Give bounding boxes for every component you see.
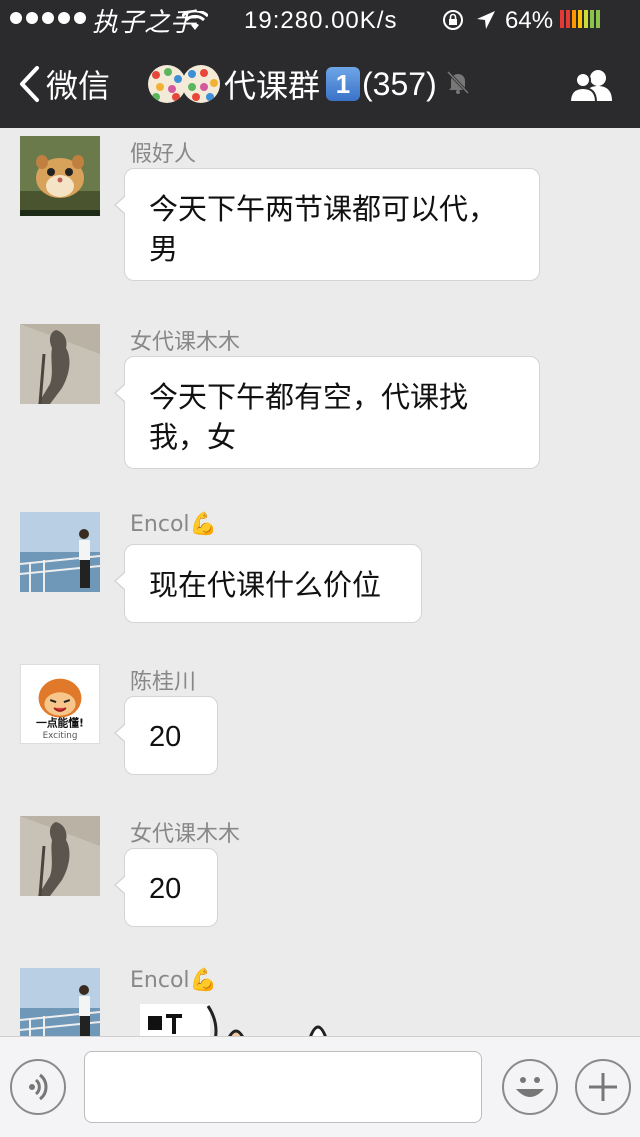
message-bubble[interactable]: 今天下午都有空，代课找我，女: [114, 356, 540, 469]
input-bar: [0, 1036, 640, 1137]
more-button[interactable]: [575, 1059, 631, 1115]
chat-area[interactable]: 假好人 今天下午两节课都可以代，男 女代课木木 今天下午都有空，代课找我，女 E…: [0, 128, 640, 1036]
voice-button[interactable]: [10, 1059, 66, 1115]
battery-bar: [578, 10, 582, 28]
signal-dots-icon: [10, 12, 86, 24]
group-members-button[interactable]: [568, 68, 616, 106]
group-avatar-icon: [148, 65, 186, 103]
wifi-icon: [180, 9, 210, 38]
sender-name: 女代课木木: [130, 330, 241, 355]
cartoon-sticker-icon: [140, 1004, 327, 1036]
message-bubble[interactable]: 现在代课什么价位: [114, 544, 422, 623]
location-arrow-icon: [476, 9, 496, 37]
group-badge: 1: [326, 67, 361, 101]
sender-name: Encol💪: [130, 512, 217, 537]
battery-icon: [560, 10, 600, 28]
status-bar: 执子之手 19:280.00K/s 64%: [0, 0, 640, 40]
smiley-icon: [516, 1077, 544, 1097]
avatar[interactable]: [20, 816, 100, 896]
avatar[interactable]: [20, 512, 100, 592]
message-bubble[interactable]: 20: [114, 848, 218, 927]
group-title: 代课群: [224, 67, 321, 105]
sender-name-text: Encol: [130, 968, 190, 993]
hamster-avatar-icon: [20, 136, 100, 216]
emoji-button[interactable]: [502, 1059, 558, 1115]
message-input[interactable]: [84, 1051, 482, 1123]
sender-name-text: Encol: [130, 512, 190, 537]
battery-bar: [566, 10, 570, 28]
clock-text: 19:28: [244, 7, 310, 34]
nav-bar: 微信 代课群 1 (357): [0, 40, 640, 128]
flexed-biceps-icon: 💪: [189, 968, 217, 993]
sender-name: 女代课木木: [130, 822, 241, 847]
bell-muted-icon: [445, 69, 471, 99]
avatar[interactable]: [20, 968, 100, 1036]
back-label: 微信: [46, 67, 111, 105]
avatar[interactable]: 一点能懂! Exciting: [20, 664, 100, 744]
sea-avatar-icon: [20, 512, 100, 592]
battery-percent: 64%: [505, 7, 554, 34]
avatar[interactable]: [20, 136, 100, 216]
group-avatar-icon: [182, 65, 220, 103]
shadow-avatar-icon: [20, 816, 100, 896]
battery-bar: [572, 10, 576, 28]
group-title-area[interactable]: 代课群 1 (357): [148, 58, 471, 110]
battery-bar: [596, 10, 600, 28]
status-time: 19:280.00K/s: [244, 7, 397, 35]
avatar[interactable]: [20, 324, 100, 404]
battery-bar: [560, 10, 564, 28]
rotation-lock-icon: [442, 9, 464, 38]
voice-icon: [29, 1073, 48, 1101]
net-speed-text: 0.00K/s: [309, 7, 398, 34]
cartoon-caption-en: Exciting: [43, 731, 78, 741]
plus-icon: [589, 1073, 617, 1101]
flexed-biceps-icon: 💪: [189, 512, 217, 537]
group-members-icon: [568, 70, 612, 103]
member-count: (357): [362, 65, 437, 102]
sender-name: 假好人: [130, 142, 197, 167]
sea-avatar-icon: [20, 968, 100, 1036]
back-button[interactable]: 微信: [18, 62, 110, 106]
message-bubble[interactable]: 今天下午两节课都可以代，男: [114, 168, 540, 281]
battery-bar: [584, 10, 588, 28]
chevron-left-icon: [20, 66, 39, 102]
message-bubble[interactable]: 20: [114, 696, 218, 775]
sticker-image[interactable]: [140, 1004, 340, 1036]
battery-bar: [590, 10, 594, 28]
carrier-name: 执子之手: [92, 8, 197, 38]
cartoon-avatar-icon: 一点能懂! Exciting: [21, 665, 99, 743]
sender-name: Encol💪: [130, 968, 217, 993]
shadow-avatar-icon: [20, 324, 100, 404]
sender-name: 陈桂川: [130, 670, 197, 695]
cartoon-caption: 一点能懂!: [36, 716, 84, 729]
